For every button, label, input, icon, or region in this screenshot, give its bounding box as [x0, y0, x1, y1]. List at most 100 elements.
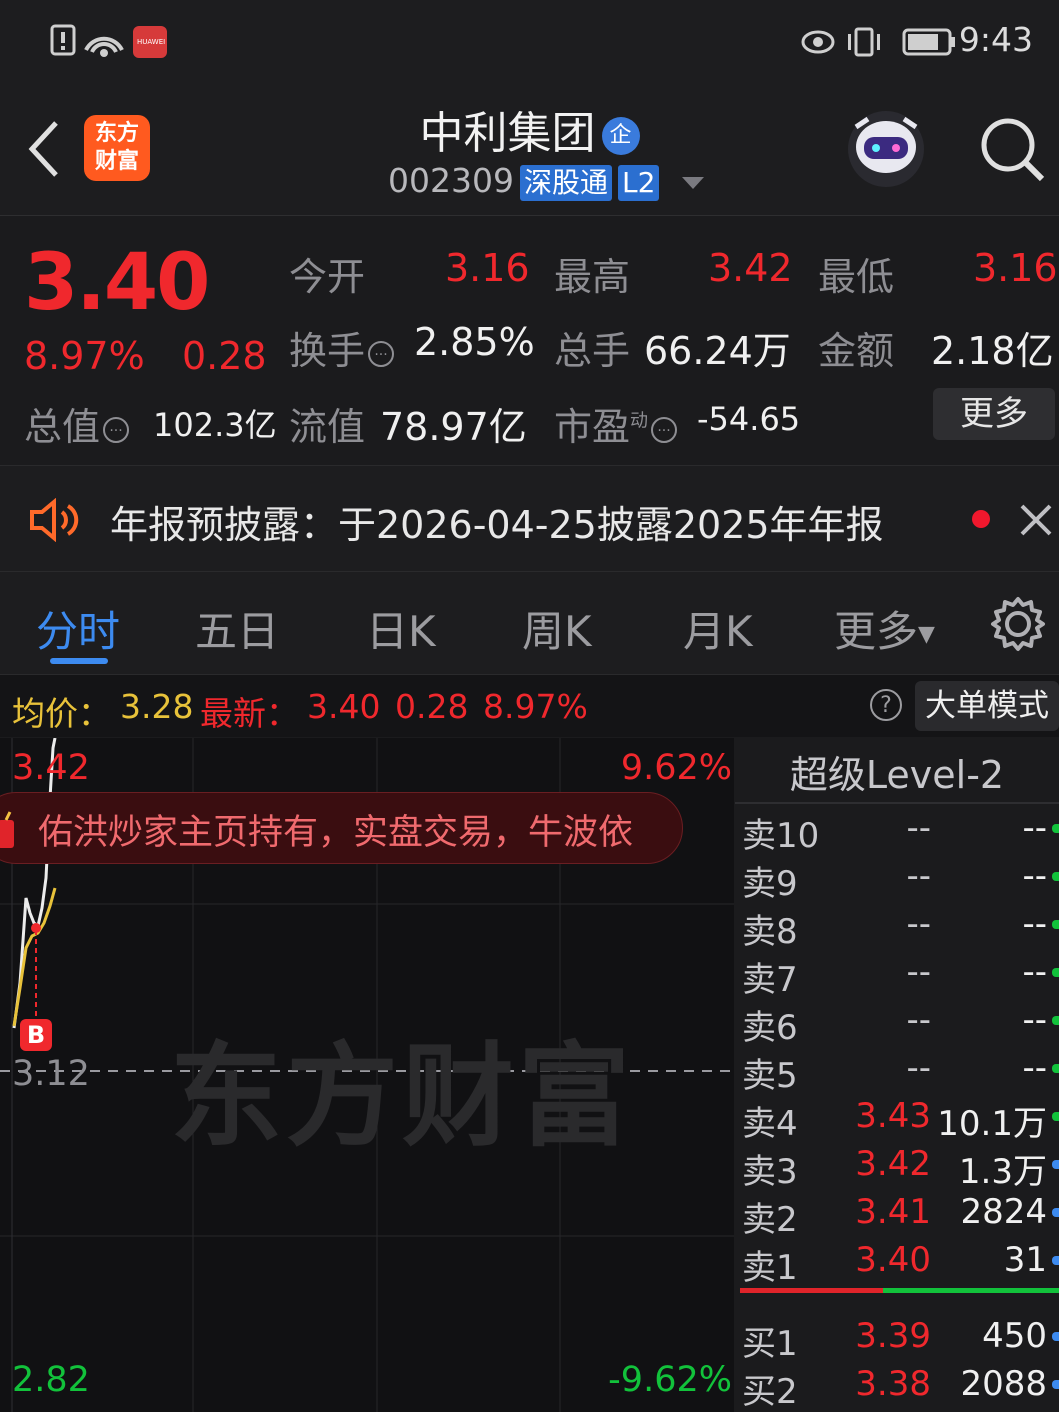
active-tab-indicator — [50, 658, 108, 664]
unread-dot — [972, 510, 990, 528]
level-label: 卖5 — [742, 1056, 798, 1096]
level-marker — [1052, 824, 1059, 833]
ask-row[interactable]: 卖10 -- -- — [735, 804, 1059, 856]
ask-row[interactable]: 卖9 -- -- — [735, 852, 1059, 904]
low-value: 3.16 — [973, 246, 1058, 290]
level-marker — [1052, 968, 1059, 977]
level-tag: L2 — [618, 165, 660, 201]
bid-row[interactable]: 买2 3.38 2088 — [735, 1360, 1059, 1412]
high-value: 3.42 — [708, 246, 793, 290]
level-marker — [1052, 920, 1059, 929]
bid-ask-ratio-bar — [740, 1288, 1059, 1293]
level-label: 买2 — [742, 1372, 798, 1412]
level-marker — [1052, 1208, 1059, 1217]
level-marker — [1052, 1160, 1059, 1169]
gear-icon[interactable] — [990, 596, 1046, 652]
level-price: -- — [906, 808, 931, 848]
tab-monthly-k[interactable]: 月K — [683, 598, 753, 659]
caret-down-icon — [681, 176, 704, 189]
order-book[interactable]: 超级Level-2 卖10 -- -- 卖9 -- -- 卖8 -- -- 卖7 -- -- 卖6 -- -… — [735, 738, 1059, 1412]
tab-daily-k[interactable]: 日K — [366, 598, 436, 659]
buy-marker[interactable]: B — [20, 1019, 52, 1051]
level-marker — [1052, 1016, 1059, 1025]
tab-more-label: 更多 — [834, 607, 919, 656]
level-label: 卖1 — [742, 1248, 798, 1288]
top-pct-label: 9.62% — [620, 748, 732, 788]
level-volume: 10.1万 — [937, 1104, 1047, 1144]
order-book-title[interactable]: 超级Level-2 — [735, 744, 1059, 806]
level-volume: -- — [1022, 904, 1047, 944]
top-price-label: 3.42 — [12, 748, 90, 788]
ask-row[interactable]: 卖3 3.42 1.3万 — [735, 1140, 1059, 1192]
tab-weekly-k[interactable]: 周K — [522, 598, 592, 659]
pe-label: 市盈 — [554, 405, 631, 449]
ask-row[interactable]: 卖7 -- -- — [735, 948, 1059, 1000]
big-order-mode-button[interactable]: 大单模式 — [915, 681, 1059, 731]
level-volume: -- — [1022, 1000, 1047, 1040]
level-price: -- — [906, 1048, 931, 1088]
speaker-icon — [30, 498, 79, 542]
ask-row[interactable]: 卖6 -- -- — [735, 996, 1059, 1048]
firecracker-icon — [0, 811, 14, 848]
info-icon: ··· — [651, 416, 678, 443]
level-volume: 1.3万 — [958, 1152, 1047, 1192]
volume-label: 总手 — [554, 329, 631, 373]
robot-avatar-icon[interactable] — [842, 107, 930, 191]
announcement-text[interactable]: 年报预披露：于2026-04-25披露2025年年报 — [110, 494, 884, 549]
mktcap-label-row[interactable]: 总值 ··· — [24, 396, 130, 451]
intraday-chart[interactable]: 东方财富 B 佑洪炒家主页持有，实盘交易，牛波依 3.42 9.62% 3.12… — [0, 738, 734, 1412]
tab-five-day[interactable]: 五日 — [195, 598, 279, 659]
level-volume: -- — [1022, 1048, 1047, 1088]
ask-row[interactable]: 卖2 3.41 2824 — [735, 1188, 1059, 1240]
level-volume: 2824 — [960, 1192, 1047, 1232]
level-marker — [1052, 1332, 1059, 1341]
volume-value: 66.24万 — [644, 329, 791, 373]
average-price-bar: 均价： 3.28 最新： 3.40 0.28 8.97% ? 大单模式 — [0, 675, 1059, 737]
level-marker — [1052, 872, 1059, 881]
ad-text[interactable]: 佑洪炒家主页持有，实盘交易，牛波依 — [38, 804, 633, 855]
pe-label-row[interactable]: 市盈动 ··· — [554, 396, 678, 451]
help-icon[interactable]: ? — [870, 689, 902, 721]
stock-code-row[interactable]: 002309 深股通 L2 — [388, 161, 706, 201]
high-label: 最高 — [554, 255, 631, 299]
close-icon[interactable] — [1018, 502, 1054, 538]
turnover-label: 换手 — [289, 329, 366, 373]
level-marker — [1052, 1112, 1059, 1121]
ask-row[interactable]: 卖1 3.40 31 — [735, 1236, 1059, 1288]
announcement-bar[interactable]: 年报预披露：于2026-04-25披露2025年年报 — [0, 465, 1059, 572]
status-bar: HUAWEI 9:43 — [0, 0, 1059, 85]
amount-label: 金额 — [818, 329, 895, 373]
level-price: 3.41 — [855, 1192, 931, 1232]
triangle-down-icon: ▼ — [918, 622, 935, 647]
ask-row[interactable]: 卖4 3.43 10.1万 — [735, 1092, 1059, 1144]
level-price: 3.43 — [855, 1096, 931, 1136]
info-icon: ··· — [368, 340, 395, 367]
turnover-value: 2.85% — [414, 320, 535, 364]
level-volume: -- — [1022, 952, 1047, 992]
current-price: 3.40 — [24, 238, 210, 328]
bid-row[interactable]: 买1 3.39 450 — [735, 1312, 1059, 1364]
tab-more[interactable]: 更多▼ — [834, 598, 935, 659]
ask-row[interactable]: 卖5 -- -- — [735, 1044, 1059, 1096]
turnover-label-row[interactable]: 换手 ··· — [289, 320, 395, 375]
level-volume: 2088 — [960, 1364, 1047, 1404]
change-amount: 0.28 — [182, 334, 267, 378]
level-label: 买1 — [742, 1324, 798, 1364]
tab-intraday[interactable]: 分时 — [36, 598, 120, 659]
level-label: 卖4 — [742, 1104, 798, 1144]
base-price-label: 3.12 — [12, 1054, 90, 1094]
more-quote-button[interactable]: 更多 — [933, 388, 1055, 440]
level-volume: 31 — [1003, 1240, 1047, 1280]
low-label: 最低 — [818, 255, 895, 299]
pe-superscript: 动 — [630, 410, 649, 432]
avg-label: 均价： — [12, 694, 111, 733]
latest-percent: 8.97% — [483, 687, 588, 726]
ask-row[interactable]: 卖8 -- -- — [735, 900, 1059, 952]
level-label: 卖3 — [742, 1152, 798, 1192]
mktcap-value: 102.3亿 — [153, 406, 277, 444]
level-label: 卖2 — [742, 1200, 798, 1240]
level-label: 卖10 — [742, 816, 820, 856]
mktcap-label: 总值 — [24, 405, 101, 449]
open-value: 3.16 — [445, 246, 530, 290]
search-icon[interactable] — [978, 115, 1048, 185]
